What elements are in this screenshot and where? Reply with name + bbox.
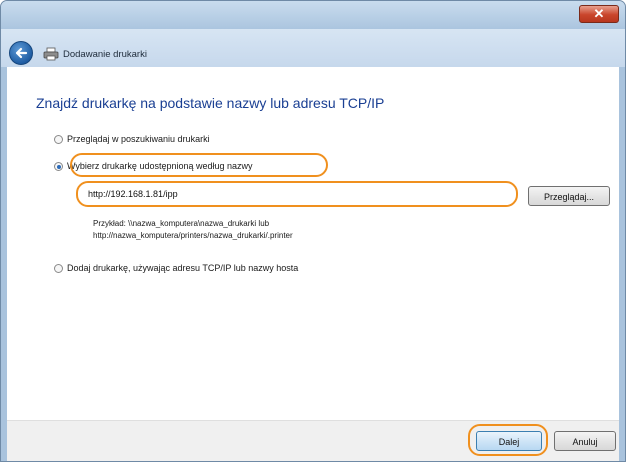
highlight-url-input [76,181,518,207]
radio-tcpip-address[interactable] [54,264,63,273]
option-browse-label: Przeglądaj w poszukiwaniu drukarki [67,134,210,144]
radio-browse-printers[interactable] [54,135,63,144]
radio-select-shared-printer[interactable] [54,162,63,171]
page-heading: Znajdź drukarkę na podstawie nazwy lub a… [36,95,385,111]
close-icon: ✕ [593,6,605,21]
wizard-content [7,67,619,421]
title-bar: ✕ [1,1,625,29]
example-line-1: Przykład: \\nazwa_komputera\nazwa_drukar… [93,219,270,228]
window-title: Dodawanie drukarki [63,49,147,60]
option-tcpip-address[interactable]: Dodaj drukarkę, używając adresu TCP/IP l… [54,263,298,273]
option-tcpip-label: Dodaj drukarkę, używając adresu TCP/IP l… [67,263,299,273]
cancel-button[interactable]: Anuluj [554,431,616,451]
navigation-bar: Dodawanie drukarki [1,29,625,67]
option-browse-printers[interactable]: Przeglądaj w poszukiwaniu drukarki [54,134,210,144]
printer-icon [43,47,59,61]
back-button[interactable] [9,41,33,65]
back-arrow-icon [15,47,28,59]
highlight-next-button [468,424,548,456]
close-button[interactable]: ✕ [579,5,619,23]
example-line-2: http://nazwa_komputera/printers/nazwa_dr… [93,231,293,240]
highlight-shared-option [70,153,328,177]
browse-button[interactable]: Przeglądaj... [528,186,610,206]
